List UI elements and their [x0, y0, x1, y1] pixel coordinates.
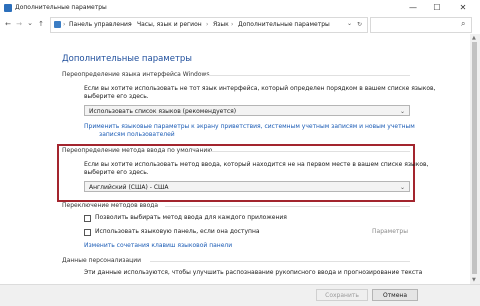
- maximize-button[interactable]: ☐: [426, 0, 448, 16]
- chevron-down-icon: ⌄: [399, 108, 405, 115]
- scroll-down-icon[interactable]: ▼: [472, 276, 476, 284]
- breadcrumb-separator-icon: ›: [206, 21, 209, 28]
- breadcrumb-item-language[interactable]: Язык: [213, 21, 229, 29]
- save-button[interactable]: Сохранить: [316, 289, 368, 301]
- language-bar-checkbox[interactable]: [84, 229, 91, 236]
- refresh-icon[interactable]: ↻: [357, 21, 362, 29]
- per-app-input-label: Позволить выбирать метод ввода для каждо…: [95, 214, 287, 221]
- address-dropdown-icon[interactable]: ⌄: [347, 20, 352, 28]
- input-method-select[interactable]: Английский (США) - США ⌄: [84, 181, 410, 192]
- apply-language-settings-link[interactable]: Применить языковые параметры к экрану пр…: [84, 123, 415, 131]
- ui-language-heading: Переопределение языка интерфейса Windows: [62, 71, 210, 78]
- search-field[interactable]: ⌕: [370, 17, 472, 33]
- ui-language-description: Если вы хотите использовать не тот язык …: [84, 85, 436, 92]
- input-method-heading: Переопределение метода ввода по умолчани…: [62, 147, 213, 154]
- close-button[interactable]: ✕: [452, 0, 474, 16]
- section-divider: [150, 261, 410, 262]
- switching-heading: Переключение методов ввода: [62, 202, 159, 209]
- personalization-heading: Данные персонализации: [62, 257, 142, 264]
- control-panel-icon: [54, 21, 61, 28]
- back-button[interactable]: ←: [3, 18, 13, 30]
- breadcrumb-item-control-panel[interactable]: Панель управления: [69, 21, 132, 29]
- language-bar-label: Использовать языковую панель, если она д…: [95, 228, 260, 235]
- change-hotkeys-link[interactable]: Изменить сочетания клавиш языковой панел…: [84, 242, 232, 250]
- input-method-description: Если вы хотите использовать метод ввода,…: [84, 161, 429, 168]
- input-method-description-cont: выберите его здесь.: [84, 169, 149, 176]
- chevron-down-icon: ⌄: [399, 184, 405, 191]
- cancel-button[interactable]: Отмена: [372, 289, 418, 301]
- section-divider: [205, 75, 410, 76]
- breadcrumb-separator-icon: ›: [231, 21, 234, 28]
- search-icon[interactable]: ⌕: [461, 20, 465, 28]
- scroll-up-icon[interactable]: ▲: [472, 34, 476, 42]
- title-bar: Дополнительные параметры — ☐ ✕: [0, 0, 480, 16]
- breadcrumb-item-advanced[interactable]: Дополнительные параметры: [238, 21, 330, 29]
- breadcrumb-separator-icon: ›: [130, 21, 133, 28]
- page-title: Дополнительные параметры: [62, 54, 193, 64]
- input-method-select-value: Английский (США) - США: [89, 184, 169, 191]
- forward-button[interactable]: →: [14, 18, 24, 30]
- breadcrumb-separator-icon: ›: [63, 21, 66, 28]
- section-divider: [210, 151, 410, 152]
- ui-language-select[interactable]: Использовать список языков (рекомендуетс…: [84, 105, 410, 116]
- breadcrumb[interactable]: › Панель управления › Часы, язык и регио…: [50, 17, 368, 33]
- personalization-description: Эти данные используются, чтобы улучшить …: [84, 269, 423, 276]
- recent-dropdown-icon[interactable]: ⌄: [25, 17, 35, 29]
- language-bar-options-link[interactable]: Параметры: [372, 228, 408, 236]
- breadcrumb-item-clock-region[interactable]: Часы, язык и регион: [137, 21, 202, 29]
- minimize-button[interactable]: —: [402, 0, 424, 16]
- up-button[interactable]: ↑: [36, 18, 46, 30]
- section-divider: [165, 206, 410, 207]
- window-icon: [4, 4, 12, 12]
- ui-language-description-cont: выберите его здесь.: [84, 93, 149, 100]
- scrollbar-thumb[interactable]: [472, 42, 477, 274]
- window-title: Дополнительные параметры: [15, 4, 107, 11]
- apply-language-settings-link-cont[interactable]: записям пользователей: [99, 131, 175, 139]
- ui-language-select-value: Использовать список языков (рекомендуетс…: [89, 108, 237, 115]
- per-app-input-checkbox[interactable]: [84, 215, 91, 222]
